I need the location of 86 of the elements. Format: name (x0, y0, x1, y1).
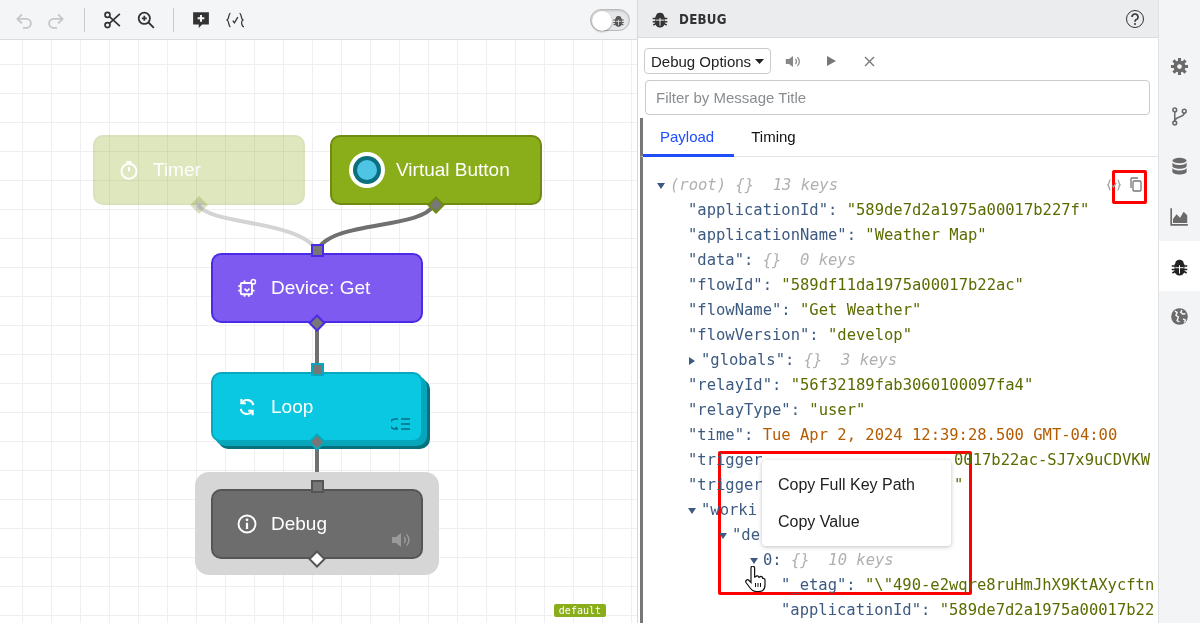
json-key: 0: (763, 548, 782, 573)
json-value: Tue Apr 2, 2024 12:39:28.500 GMT-04:00 (762, 425, 1118, 446)
json-key: "relayType": (688, 398, 800, 423)
add-comment-icon (192, 10, 210, 29)
close-icon (863, 55, 875, 67)
key-count: {} 13 keys (735, 175, 838, 196)
node-label: Loop (271, 396, 314, 418)
panel-title: DEBUG (679, 10, 727, 27)
area-chart-icon (1170, 206, 1189, 226)
json-key: "flowName": (688, 298, 791, 323)
key-count: {} 3 keys (803, 350, 897, 371)
node-label: Virtual Button (396, 159, 510, 181)
radio-button-icon (348, 151, 386, 189)
play-icon (826, 56, 836, 66)
json-value: "589df11da1975a00017b22ac" (781, 275, 1024, 296)
json-key: "applicationId": (688, 198, 838, 223)
output-port[interactable] (308, 550, 326, 568)
output-port[interactable] (308, 433, 326, 451)
hand-cursor-icon (744, 566, 766, 592)
json-value: "Get Weather" (800, 300, 922, 321)
list-icon (391, 417, 411, 431)
bug-tab[interactable] (1159, 241, 1200, 291)
json-key: "time": (688, 423, 754, 448)
speaker-icon (785, 54, 802, 68)
menu-item[interactable]: Copy Full Key Path (762, 466, 951, 503)
scissors-icon (103, 10, 121, 29)
json-key: "flowVersion": (688, 323, 819, 348)
format-json-button[interactable] (1107, 177, 1121, 192)
braces-check-icon (226, 10, 244, 29)
output-port[interactable] (427, 196, 445, 214)
settings-icon (1170, 56, 1189, 76)
caret-icon[interactable] (719, 531, 727, 540)
caret-icon[interactable] (750, 556, 758, 565)
highlight-frame (1112, 170, 1147, 204)
input-port[interactable] (311, 363, 324, 376)
debug-toggle[interactable] (590, 8, 630, 31)
json-key: "globals": (701, 348, 795, 373)
caret-icon[interactable] (657, 181, 665, 190)
tab[interactable]: Timing (734, 118, 816, 157)
json-key: "data": (688, 248, 754, 273)
json-key: "de (732, 523, 760, 548)
output-port[interactable] (308, 314, 326, 332)
database-icon (1170, 156, 1189, 176)
copy-icon (1129, 177, 1142, 192)
json-value: "56f32189fab3060100097fa4" (790, 375, 1034, 396)
caret-icon[interactable] (688, 506, 696, 515)
bug-icon (612, 13, 625, 27)
speaker-icon (391, 532, 411, 548)
chip-icon (237, 278, 257, 298)
json-key: "applicationName": (688, 223, 856, 248)
json-value: "Weather Map" (865, 225, 987, 246)
node-label: Timer (153, 159, 201, 181)
zoom-in-icon (137, 10, 155, 29)
json-key: "applicationId": (781, 598, 931, 623)
json-value: "589de7d2a1975a00017b227f" (846, 200, 1090, 221)
json-value: " (954, 475, 964, 496)
stopwatch-icon (119, 160, 139, 180)
key-count: {} 10 keys (791, 550, 894, 571)
node-label: Device: Get (271, 277, 371, 299)
caret-icon (755, 58, 765, 64)
braces-check-icon (1107, 177, 1121, 192)
json-key: "flowId": (688, 273, 772, 298)
question-mark-icon (1130, 12, 1140, 25)
key-count: {} 0 keys (762, 250, 856, 271)
debug-options-dropdown[interactable]: Debug Options (644, 48, 772, 74)
flow-node[interactable]: Device: Get (211, 253, 423, 323)
menu-item[interactable]: Copy Value (762, 503, 951, 540)
json-value: "user" (809, 400, 866, 421)
root-label: (root) (670, 175, 726, 196)
flow-node[interactable]: Debug (211, 489, 423, 559)
branch-icon (1170, 106, 1189, 126)
json-key: "_etag": (781, 573, 856, 598)
globe-icon (1170, 306, 1189, 326)
filter-field[interactable]: Filter by Message Title (645, 80, 1150, 115)
version-badge: default (553, 604, 606, 617)
caret-icon[interactable] (688, 356, 696, 365)
refresh-icon (237, 397, 257, 417)
info-icon (237, 514, 257, 534)
copy-button[interactable] (1129, 177, 1142, 192)
json-value: "589de7d2a1975a00017b22 (939, 600, 1155, 621)
json-value: "develop" (828, 325, 912, 346)
json-key: "relayId": (688, 373, 782, 398)
input-port[interactable] (311, 480, 324, 493)
tab[interactable]: Payload (643, 118, 735, 157)
node-label: Debug (271, 513, 327, 535)
input-port[interactable] (311, 244, 324, 257)
